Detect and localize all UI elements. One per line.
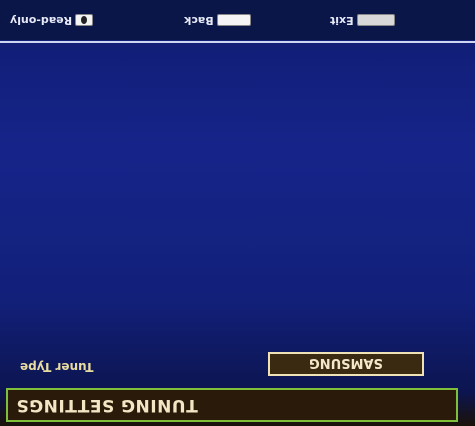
return-key-icon <box>216 14 251 27</box>
hint-exit[interactable]: Exit <box>330 14 395 27</box>
tuner-type-value: SAMSUNG <box>309 355 383 370</box>
hint-back-label: Back <box>184 14 214 27</box>
hint-read-only: Read-only <box>10 14 94 27</box>
exit-key-icon <box>356 14 395 27</box>
footer-hints: Read-only Back Exit <box>0 0 475 40</box>
menu-title: TUNING SETTINGS <box>16 395 198 415</box>
footer-divider <box>0 41 475 43</box>
lock-key-icon <box>75 14 94 27</box>
hint-read-only-label: Read-only <box>10 14 73 27</box>
hint-back[interactable]: Back <box>184 14 251 27</box>
tv-screen: TUNING SETTINGS Tuner Type SAMSUNG Read-… <box>0 0 475 426</box>
tuner-type-label: Tuner Type <box>20 360 94 374</box>
tuner-type-value-box[interactable]: SAMSUNG <box>268 352 424 376</box>
hint-exit-label: Exit <box>330 14 354 27</box>
setting-row-tuner-type[interactable]: Tuner Type SAMSUNG <box>0 350 475 382</box>
tuning-settings-menu: TUNING SETTINGS Tuner Type SAMSUNG Read-… <box>0 0 475 426</box>
menu-title-bar: TUNING SETTINGS <box>6 388 458 422</box>
